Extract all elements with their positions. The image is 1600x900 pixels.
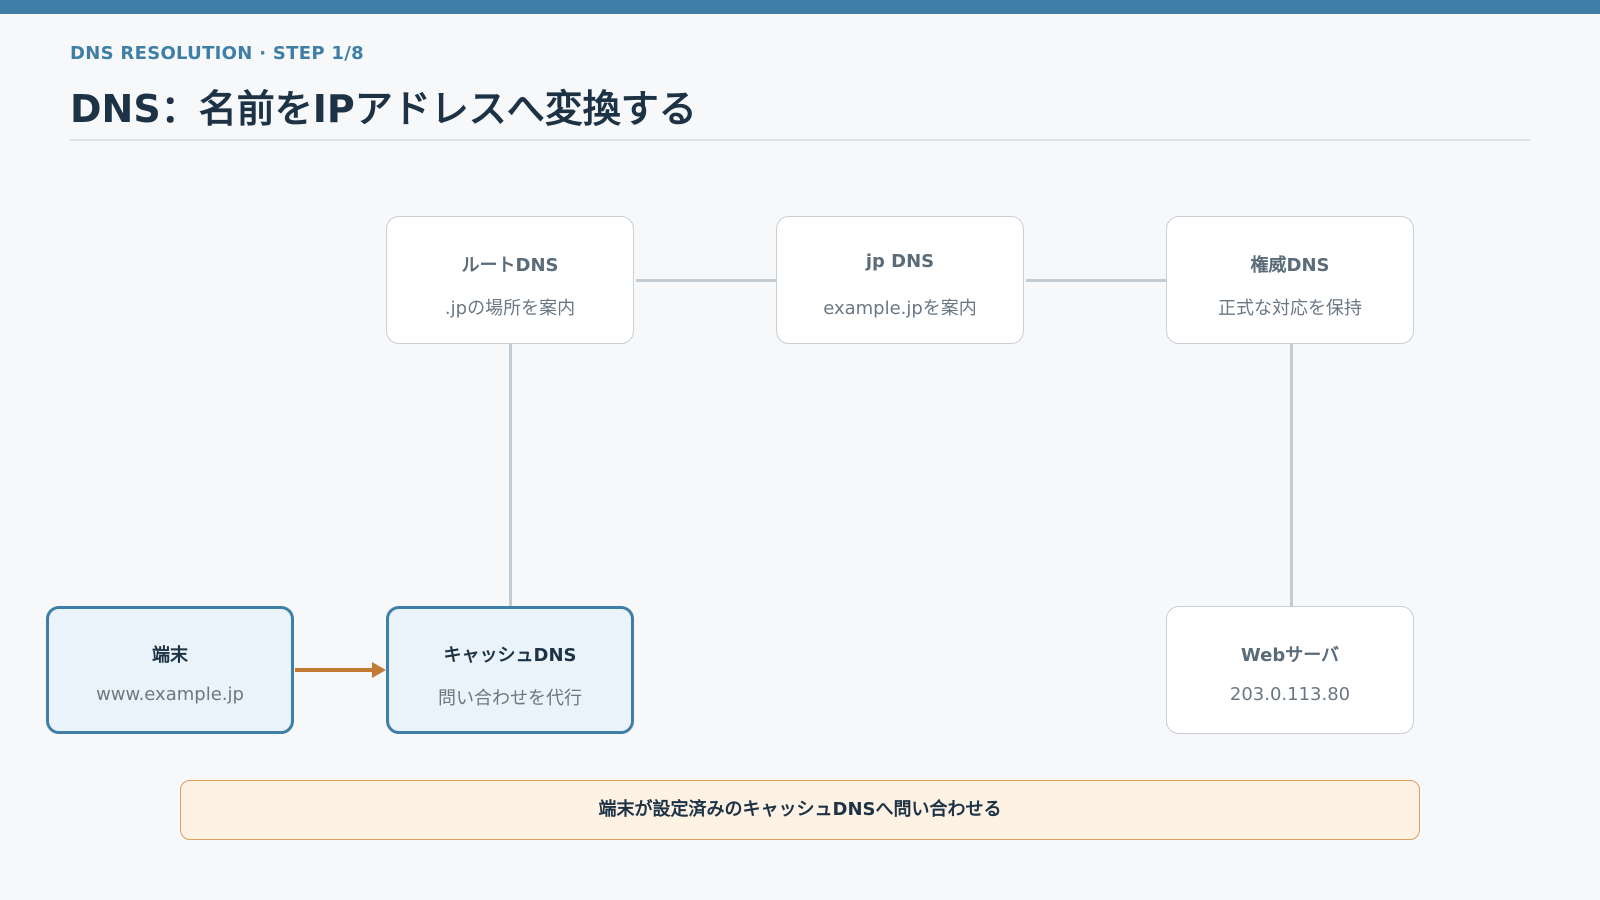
slide: DNS RESOLUTION · STEP 1/8 DNS：名前をIPアドレスへ… [0,0,1600,900]
node-title: Webサーバ [1240,645,1340,666]
connector-root-jp [636,279,780,282]
query-arrow-line [295,668,373,672]
node-client[interactable]: 端末 www.example.jp [46,606,294,734]
node-subtitle: example.jpを案内 [823,298,977,319]
node-title: jp DNS [865,251,935,272]
connector-root-cache [509,344,512,606]
node-root-dns[interactable]: ルートDNS .jpの場所を案内 [386,216,634,344]
node-subtitle: 203.0.113.80 [1229,684,1351,705]
node-title: キャッシュDNS [443,645,577,666]
top-accent-bar [0,0,1600,14]
node-authoritative-dns[interactable]: 権威DNS 正式な対応を保持 [1166,216,1414,344]
node-subtitle: 問い合わせを代行 [438,688,582,709]
node-subtitle: 正式な対応を保持 [1218,298,1362,319]
node-title: ルートDNS [461,255,559,276]
node-subtitle: .jpの場所を案内 [444,298,576,319]
page-title: DNS：名前をIPアドレスへ変換する [70,87,697,131]
step-message: 端末が設定済みのキャッシュDNSへ問い合わせる [180,780,1420,840]
node-cache-dns[interactable]: キャッシュDNS 問い合わせを代行 [386,606,634,734]
title-divider [70,139,1530,141]
connector-authoritative-web [1290,344,1293,606]
node-web-server[interactable]: Webサーバ 203.0.113.80 [1166,606,1414,734]
connector-jp-authoritative [1026,279,1170,282]
node-title: 権威DNS [1250,255,1330,276]
node-jp-dns[interactable]: jp DNS example.jpを案内 [776,216,1024,344]
arrow-right-icon [372,662,386,678]
step-eyebrow: DNS RESOLUTION · STEP 1/8 [70,43,364,64]
node-title: 端末 [152,645,188,666]
node-subtitle: www.example.jp [96,684,244,705]
